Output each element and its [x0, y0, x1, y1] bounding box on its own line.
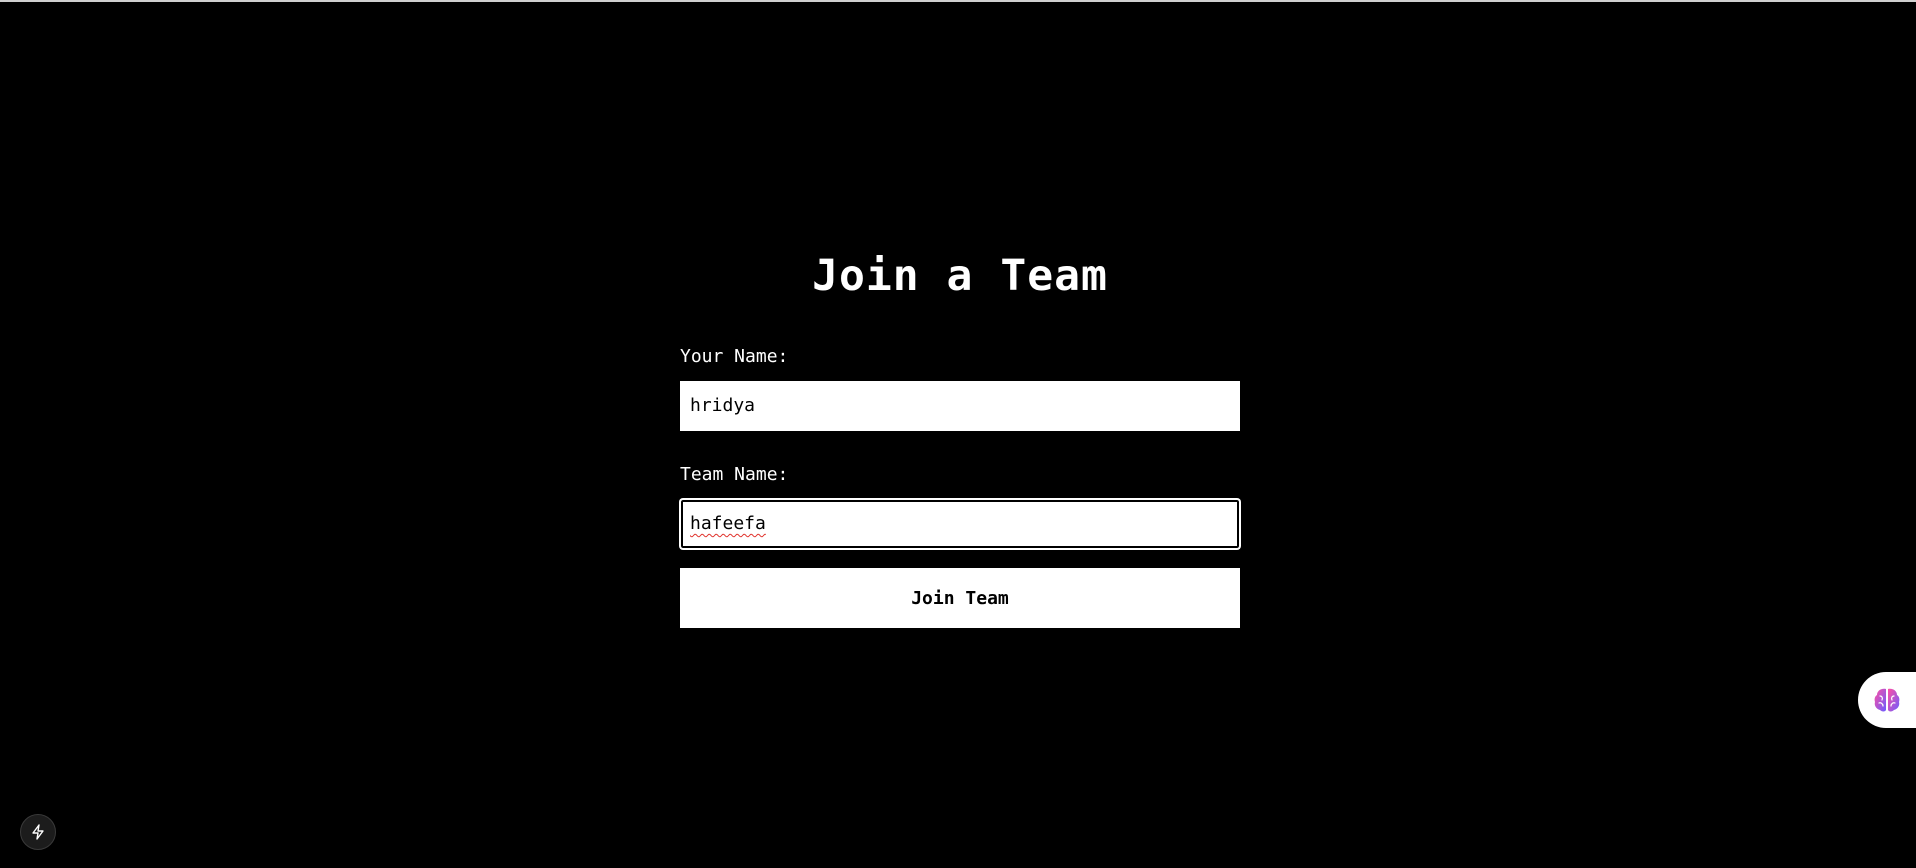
assistant-widget-button[interactable]	[1858, 672, 1916, 728]
team-name-input[interactable]: hafeefa	[680, 499, 1240, 549]
lightning-button[interactable]	[20, 814, 56, 850]
team-name-label: Team Name:	[680, 464, 789, 485]
join-team-form: Join a Team Your Name: hridya Team Name:…	[680, 248, 1240, 628]
page-title: Join a Team	[812, 251, 1108, 301]
join-team-button[interactable]: Join Team	[680, 568, 1240, 628]
lightning-bolt-icon	[32, 824, 44, 840]
your-name-label: Your Name:	[680, 346, 789, 367]
team-name-value: hafeefa	[690, 513, 766, 534]
brain-icon	[1874, 688, 1900, 712]
window-top-border	[0, 0, 1916, 2]
your-name-input[interactable]: hridya	[680, 381, 1240, 431]
page: Join a Team Your Name: hridya Team Name:…	[0, 0, 1916, 868]
your-name-value: hridya	[690, 395, 756, 416]
